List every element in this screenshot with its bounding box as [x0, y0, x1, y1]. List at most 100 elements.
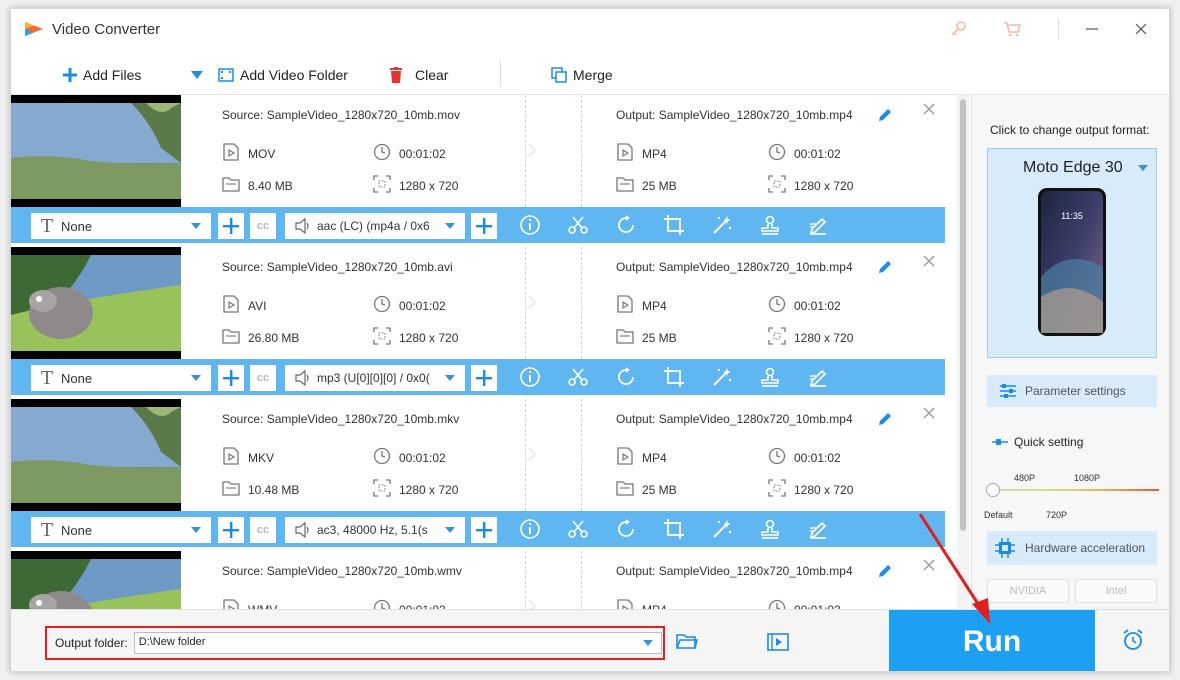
toolbar: Add Files Add Video Folder Clear Merge — [11, 53, 1169, 95]
title-bar: Video Converter — [11, 9, 1169, 49]
crop-icon[interactable] — [663, 366, 685, 388]
nvidia-button[interactable]: NVIDIA — [987, 579, 1069, 603]
intel-button[interactable]: Intel — [1075, 579, 1157, 603]
file-format-icon — [222, 143, 248, 164]
device-name: Moto Edge 30 — [1023, 159, 1123, 176]
remove-icon[interactable] — [923, 407, 935, 419]
watermark-icon[interactable] — [759, 214, 781, 236]
remove-icon[interactable] — [923, 559, 935, 571]
close-icon[interactable] — [1133, 21, 1149, 37]
clear-label: Clear — [415, 67, 449, 83]
parameter-settings-button[interactable]: Parameter settings — [987, 375, 1157, 407]
cart-icon[interactable] — [1002, 19, 1022, 39]
list-item[interactable]: Source: SampleVideo_1280x720_10mb.avi AV… — [11, 247, 945, 399]
source-resolution: 1280 x 720 — [373, 479, 458, 500]
subtitle-select[interactable]: T None — [31, 365, 211, 391]
hardware-acceleration-label: Hardware acceleration — [1025, 541, 1146, 555]
edit-icon[interactable] — [807, 366, 829, 388]
crop-icon[interactable] — [663, 214, 685, 236]
chevron-down-icon — [445, 223, 455, 229]
output-folder-group: Output folder: D:\New folder — [45, 626, 665, 660]
format-hint: Click to change output format: — [990, 123, 1150, 137]
folder-icon — [222, 327, 248, 348]
quality-slider-handle[interactable] — [986, 483, 1000, 497]
pencil-icon[interactable] — [877, 107, 893, 123]
add-files-button[interactable]: Add Files — [63, 65, 141, 85]
effects-icon[interactable] — [711, 214, 733, 236]
info-icon[interactable] — [519, 518, 541, 540]
effects-icon[interactable] — [711, 518, 733, 540]
quality-slider-track[interactable] — [994, 489, 1159, 491]
source-duration: 00:01:02 — [373, 143, 446, 164]
info-icon[interactable] — [519, 214, 541, 236]
edit-icon[interactable] — [807, 518, 829, 540]
scissors-icon[interactable] — [567, 214, 589, 236]
vertical-scrollbar[interactable] — [957, 95, 969, 609]
output-format-selector[interactable]: Moto Edge 30 11:35 — [987, 148, 1157, 358]
folder-icon — [616, 479, 642, 500]
pencil-icon[interactable] — [877, 563, 893, 579]
rotate-icon[interactable] — [615, 214, 637, 236]
scissors-icon[interactable] — [567, 366, 589, 388]
remove-icon[interactable] — [923, 103, 935, 115]
add-video-folder-button[interactable]: Add Video Folder — [218, 65, 348, 85]
output-format-panel: Click to change output format: Moto Edge… — [971, 95, 1169, 609]
audio-track-select[interactable]: ac3, 48000 Hz, 5.1(s — [285, 517, 465, 543]
alarm-clock-icon[interactable] — [1121, 628, 1145, 652]
add-audio-button[interactable] — [471, 365, 497, 391]
crop-icon[interactable] — [663, 518, 685, 540]
list-item[interactable]: Source: SampleVideo_1280x720_10mb.mkv MK… — [11, 399, 945, 551]
watermark-icon[interactable] — [759, 366, 781, 388]
merge-button[interactable]: Merge — [551, 65, 613, 85]
hardware-acceleration-button[interactable]: Hardware acceleration — [987, 531, 1157, 565]
source-resolution-value: 1280 x 720 — [399, 178, 459, 193]
info-icon[interactable] — [519, 366, 541, 388]
list-item[interactable]: Source: SampleVideo_1280x720_10mb.mov MO… — [11, 95, 945, 247]
effects-icon[interactable] — [711, 366, 733, 388]
subtitle-select[interactable]: T None — [31, 517, 211, 543]
output-folder-select[interactable]: D:\New folder — [133, 632, 662, 654]
output-video-icon[interactable] — [767, 632, 789, 652]
video-thumbnail[interactable] — [11, 247, 181, 359]
rotate-icon[interactable] — [615, 366, 637, 388]
video-thumbnail[interactable] — [11, 95, 181, 207]
video-thumbnail[interactable] — [11, 551, 181, 609]
add-audio-button[interactable] — [471, 517, 497, 543]
watermark-icon[interactable] — [759, 518, 781, 540]
closed-caption-icon[interactable]: cc — [250, 517, 276, 543]
add-subtitle-button[interactable] — [218, 213, 244, 239]
audio-track-select[interactable]: aac (LC) (mp4a / 0x6 — [285, 213, 465, 239]
item-divider — [581, 551, 582, 609]
remove-icon[interactable] — [923, 255, 935, 267]
add-files-dropdown-icon[interactable] — [191, 71, 203, 79]
pencil-icon[interactable] — [877, 411, 893, 427]
add-subtitle-button[interactable] — [218, 517, 244, 543]
subtitle-select[interactable]: T None — [31, 213, 211, 239]
add-subtitle-button[interactable] — [218, 365, 244, 391]
output-resolution: 1280 x 720 — [768, 327, 853, 348]
tick-1080p: 1080P — [1074, 473, 1101, 483]
clear-button[interactable]: Clear — [389, 65, 448, 85]
audio-track-select[interactable]: mp3 (U[0][0][0] / 0x0( — [285, 365, 465, 391]
minimize-icon[interactable] — [1084, 21, 1100, 37]
quick-setting: Quick setting — [992, 435, 1083, 449]
list-item[interactable]: Source: SampleVideo_1280x720_10mb.wmv WM… — [11, 551, 945, 609]
rotate-icon[interactable] — [615, 518, 637, 540]
video-thumbnail[interactable] — [11, 399, 181, 511]
scrollbar-thumb[interactable] — [960, 99, 966, 531]
add-files-label: Add Files — [83, 67, 142, 83]
merge-label: Merge — [573, 67, 613, 83]
add-video-folder-label: Add Video Folder — [240, 67, 348, 83]
run-button[interactable]: Run — [889, 610, 1095, 671]
nvidia-label: NVIDIA — [1009, 585, 1047, 597]
edit-icon[interactable] — [807, 214, 829, 236]
add-audio-button[interactable] — [471, 213, 497, 239]
scissors-icon[interactable] — [567, 518, 589, 540]
key-icon[interactable] — [948, 19, 968, 39]
pencil-icon[interactable] — [877, 259, 893, 275]
closed-caption-icon[interactable]: cc — [250, 365, 276, 391]
source-filename: Source: SampleVideo_1280x720_10mb.mov — [222, 108, 460, 122]
open-folder-icon[interactable] — [676, 632, 698, 650]
closed-caption-icon[interactable]: cc — [250, 213, 276, 239]
subtitle-value: None — [61, 218, 93, 234]
